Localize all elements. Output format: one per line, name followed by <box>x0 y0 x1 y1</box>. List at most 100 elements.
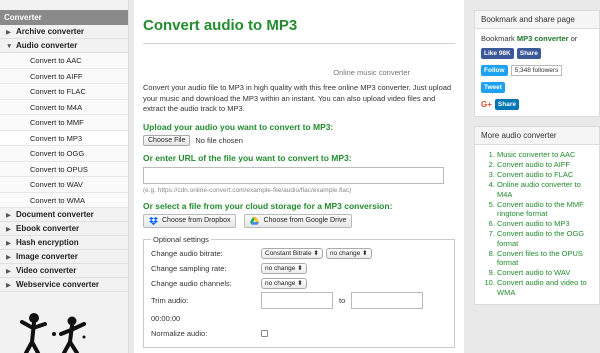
google-plus-button[interactable]: G+ <box>481 100 492 109</box>
more-link[interactable]: Convert audio and video to WMA <box>497 278 587 297</box>
chevron-right-icon: ▶ <box>6 29 11 36</box>
more-link[interactable]: Music converter to AAC <box>497 150 575 159</box>
sidebar-item-label: Document converter <box>16 210 94 219</box>
sampling-row: Change sampling rate: no change ⬍ <box>151 261 447 276</box>
more-converters-list: Music converter to AAC Convert audio to … <box>475 145 599 304</box>
url-hint: (e.g. https://cdn.online-convert.com/exa… <box>143 186 352 194</box>
dropbox-button[interactable]: Choose from Dropbox <box>143 213 237 228</box>
chevron-right-icon: ▶ <box>6 212 11 219</box>
more-link[interactable]: Convert audio to the MMF ringtone format <box>497 200 584 219</box>
facebook-share-button[interactable]: Share <box>516 48 541 59</box>
google-drive-button[interactable]: Choose from Google Drive <box>244 213 353 228</box>
list-item: Convert audio and video to WMA <box>497 278 593 297</box>
url-input[interactable] <box>143 166 444 184</box>
main-content: Convert audio to MP3 Online music conver… <box>134 0 464 353</box>
optional-settings-legend: Optional settings <box>153 234 209 244</box>
more-link[interactable]: Convert audio to MP3 <box>497 219 570 228</box>
channels-select[interactable]: no change ⬍ <box>261 277 307 289</box>
select-arrows-icon: ⬍ <box>313 249 319 257</box>
sidebar-subitem-ogg[interactable]: Convert to OGG <box>0 146 128 162</box>
bitrate-mode-select[interactable]: Constant Bitrate ⬍ <box>261 247 323 259</box>
sidebar-subitem-aiff[interactable]: Convert to AIFF <box>0 68 128 84</box>
twitter-tweet-row: Tweet <box>475 79 599 96</box>
twitter-follow-row: Follow 5,348 followers <box>475 62 599 79</box>
tweet-button[interactable]: Tweet <box>481 82 505 93</box>
sidebar-subitem-m4a[interactable]: Convert to M4A <box>0 99 128 115</box>
time-row: 00:00:00 <box>151 311 447 326</box>
sidebar-subitem-flac[interactable]: Convert to FLAC <box>0 84 128 100</box>
sidebar-subitem-mp3[interactable]: Convert to MP3 <box>0 130 128 146</box>
trim-end-input[interactable] <box>351 292 424 309</box>
sidebar-item-audio-converter[interactable]: ▼ Audio converter <box>0 39 128 53</box>
chevron-right-icon: ▶ <box>6 254 11 261</box>
sidebar-item-image-converter[interactable]: ▶ Image converter <box>0 250 128 264</box>
facebook-like-button[interactable]: Like 98K <box>481 48 514 59</box>
list-item: Online audio converter to M4A <box>497 180 593 199</box>
google-drive-icon <box>250 216 260 225</box>
bookmark-prefix: Bookmark <box>481 34 515 43</box>
bitrate-value-select[interactable]: no change ⬍ <box>325 247 372 259</box>
bookmark-text: Bookmark MP3 converter or <box>475 29 599 45</box>
dancing-figures-illustration <box>20 313 86 353</box>
more-link[interactable]: Online audio converter to M4A <box>497 180 581 199</box>
chevron-right-icon: ▶ <box>6 268 11 275</box>
sidebar-header: Converter <box>0 10 128 25</box>
more-link[interactable]: Convert audio to AIFF <box>497 160 570 169</box>
normalize-row: Normalize audio: <box>151 326 447 341</box>
bookmark-link[interactable]: MP3 converter <box>517 34 569 43</box>
channels-row: Change audio channels: no change ⬍ <box>151 276 447 291</box>
list-item: Convert audio to WAV <box>497 268 593 278</box>
trim-label: Trim audio: <box>151 296 189 305</box>
sidebar-subitem-wav[interactable]: Convert to WAV <box>0 177 128 193</box>
select-arrows-icon: ⬍ <box>297 279 303 287</box>
trim-start-input[interactable] <box>261 292 333 309</box>
sidebar-item-video-converter[interactable]: ▶ Video converter <box>0 264 128 278</box>
more-link[interactable]: Convert audio to the OGG format <box>497 229 584 248</box>
sidebar-item-ebook-converter[interactable]: ▶ Ebook converter <box>0 222 128 236</box>
chevron-right-icon: ▶ <box>6 240 11 247</box>
page-title: Convert audio to MP3 <box>143 0 455 44</box>
optional-settings: Optional settings Change audio bitrate: … <box>143 234 455 348</box>
cloud-title: Or select a file from your cloud storage… <box>143 200 393 211</box>
sidebar-item-archive-converter[interactable]: ▶ Archive converter <box>0 25 128 39</box>
sidebar-subitem-aac[interactable]: Convert to AAC <box>0 53 128 69</box>
choose-file-button[interactable]: Choose File <box>143 134 191 146</box>
no-file-text: No file chosen <box>195 135 243 145</box>
sidebar-item-hash-encryption[interactable]: ▶ Hash encryption <box>0 236 128 250</box>
twitter-follow-button[interactable]: Follow <box>481 65 508 76</box>
time-placeholder: 00:00:00 <box>151 313 181 323</box>
normalize-checkbox[interactable] <box>261 329 268 337</box>
sidebar-subitem-mmf[interactable]: Convert to MMF <box>0 115 128 131</box>
sampling-value: no change <box>265 264 296 272</box>
channels-value: no change <box>265 279 296 287</box>
gplus-linkedin-row: G+ Share <box>475 96 599 116</box>
sidebar-subitem-opus[interactable]: Convert to OPUS <box>0 161 128 177</box>
more-link[interactable]: Convert audio to FLAC <box>497 170 573 179</box>
sampling-select[interactable]: no change ⬍ <box>261 262 307 274</box>
cloud-buttons: Choose from Dropbox Choose from Google D… <box>143 213 455 228</box>
bitrate-mode-value: Constant Bitrate <box>265 249 312 257</box>
linkedin-share-button[interactable]: Share <box>494 99 519 110</box>
select-arrows-icon: ⬍ <box>297 264 303 272</box>
chevron-down-icon: ▼ <box>6 43 13 50</box>
list-item: Convert audio to AIFF <box>497 160 593 170</box>
chevron-right-icon: ▶ <box>6 226 11 233</box>
sidebar-item-document-converter[interactable]: ▶ Document converter <box>0 208 128 222</box>
file-upload-row: Choose File No file chosen <box>143 134 455 146</box>
dropbox-icon <box>149 216 158 225</box>
sidebar-subitem-wma[interactable]: Convert to WMA <box>0 192 128 208</box>
sampling-label: Change sampling rate: <box>151 263 227 273</box>
list-item: Convert audio to the MMF ringtone format <box>497 200 593 219</box>
more-converters-box: More audio converter Music converter to … <box>474 126 600 305</box>
upload-title: Upload your audio you want to convert to… <box>143 121 334 132</box>
sidebar-item-webservice-converter[interactable]: ▶ Webservice converter <box>0 278 128 292</box>
bitrate-value: no change <box>329 249 361 257</box>
more-link[interactable]: Convert audio to WAV <box>497 268 570 277</box>
more-link[interactable]: Convert files to the OPUS format <box>497 249 583 268</box>
list-item: Convert audio to FLAC <box>497 170 593 180</box>
sidebar-item-label: Video converter <box>16 266 77 275</box>
left-sidebar: Converter ▶ Archive converter ▼ Audio conv… <box>0 0 129 353</box>
bitrate-row: Change audio bitrate: Constant Bitrate ⬍… <box>151 246 447 261</box>
sidebar-item-label: Audio converter <box>16 41 78 50</box>
list-item: Convert audio to MP3 <box>497 219 593 229</box>
